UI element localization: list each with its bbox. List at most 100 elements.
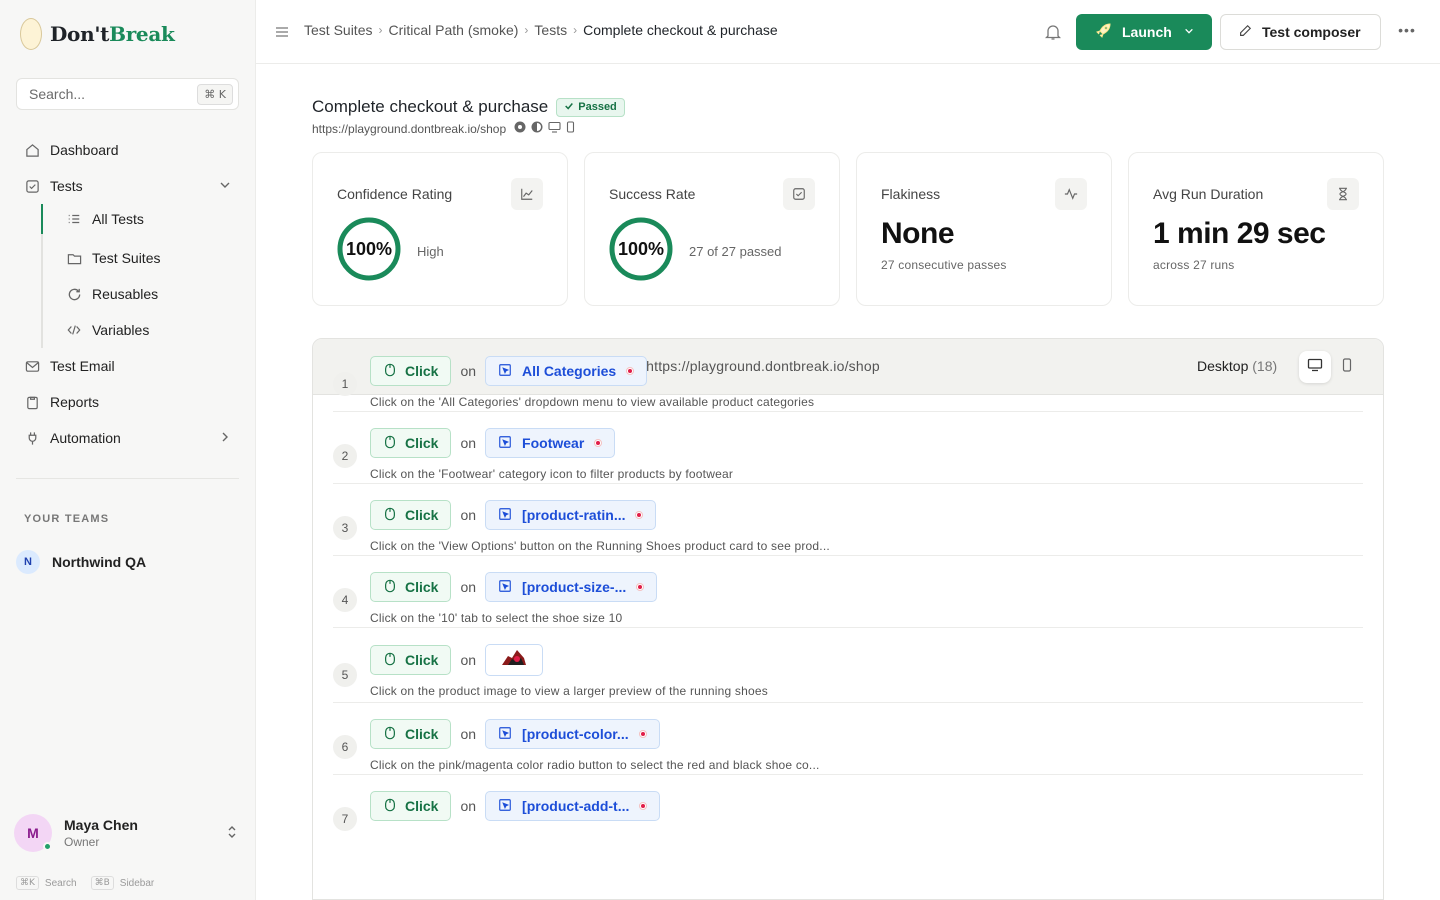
rocket-icon (1094, 22, 1112, 43)
test-url[interactable]: https://playground.dontbreak.io/shop (312, 122, 506, 136)
step-row[interactable]: 7 Click on [product-add-t... (333, 775, 1363, 847)
hourglass-icon[interactable] (1327, 178, 1359, 210)
step-on-label: on (460, 507, 477, 523)
breadcrumb-item[interactable]: Tests (534, 22, 567, 38)
metric-card-flakiness: Flakiness None 27 consecutive passes (856, 152, 1112, 306)
chevron-right-icon[interactable] (219, 431, 231, 446)
metric-card-success-rate: Success Rate 100% 27 of 27 passed (584, 152, 840, 306)
step-action-chip[interactable]: Click (370, 719, 452, 749)
step-row[interactable]: 4 Click on [product-size-... Click on the '1… (333, 556, 1363, 628)
status-badge: Passed (556, 97, 625, 117)
step-row[interactable]: 5 Click on Click on the product image to vi… (333, 629, 1363, 703)
step-action-chip[interactable]: Click (370, 356, 452, 386)
list-icon (66, 211, 82, 227)
step-target-chip[interactable]: [product-ratin... (485, 500, 657, 530)
shortcut-key: ⌘K (16, 876, 39, 890)
page-title: Complete checkout & purchase (312, 97, 549, 116)
metric-card-duration: Avg Run Duration 1 min 29 sec across 27 … (1128, 152, 1384, 306)
user-menu[interactable]: M Maya Chen Owner (14, 814, 240, 852)
step-row[interactable]: 6 Click on [product-color... Click on the pi… (333, 703, 1363, 775)
shoe-thumbnail-icon (499, 647, 529, 674)
sidebar-item-all-tests[interactable]: All Tests (58, 204, 239, 234)
chevron-down-icon (1184, 26, 1194, 39)
step-action-chip[interactable]: Click (370, 428, 452, 458)
pointer-click-icon (383, 652, 397, 669)
check-square-icon[interactable] (783, 178, 815, 210)
chevron-down-icon[interactable] (219, 179, 231, 194)
sidebar-item-reports[interactable]: Reports (16, 384, 239, 420)
pointer-click-icon (383, 507, 397, 524)
step-target-chip[interactable]: [product-size-... (485, 572, 658, 602)
step-action-chip[interactable]: Click (370, 645, 452, 675)
pointer-click-icon (383, 798, 397, 815)
step-on-label: on (460, 435, 477, 451)
step-target-chip[interactable]: All Categories (485, 356, 648, 386)
step-number: 1 (333, 372, 357, 396)
step-row[interactable]: 1 Click on All Categories Click on the 'All … (333, 340, 1363, 412)
step-target-chip[interactable]: [product-color... (485, 719, 660, 749)
chevron-right-icon: › (573, 23, 578, 37)
sidebar-item-test-email[interactable]: Test Email (16, 348, 239, 384)
chart-icon[interactable] (511, 178, 543, 210)
sidebar-item-tests[interactable]: Tests (16, 168, 239, 204)
metric-value: None (881, 217, 955, 250)
sidebar-item-variables[interactable]: Variables (58, 312, 239, 348)
target-indicator-icon (594, 439, 603, 447)
search-input[interactable] (29, 86, 198, 102)
element-target-icon (498, 435, 512, 452)
test-composer-button[interactable]: Test composer (1220, 14, 1381, 50)
step-action-label: Click (405, 798, 439, 814)
more-options-icon[interactable]: ••• (1396, 22, 1418, 42)
chevron-up-down-icon[interactable] (226, 824, 238, 843)
composer-label: Test composer (1262, 24, 1361, 40)
clipboard-icon (24, 394, 40, 410)
activity-icon[interactable] (1055, 178, 1087, 210)
team-item[interactable]: N Northwind QA (16, 550, 146, 574)
step-on-label: on (460, 652, 477, 668)
step-target-label: All Categories (522, 363, 617, 379)
step-target-image[interactable] (485, 644, 544, 676)
breadcrumb-item[interactable]: Test Suites (304, 22, 372, 38)
menu-icon[interactable] (274, 24, 290, 40)
shortcut-label: Sidebar (119, 877, 155, 889)
brand-logo[interactable]: Don'tBreak (20, 18, 175, 50)
sidebar-item-reusables[interactable]: Reusables (58, 276, 239, 312)
target-indicator-icon (638, 730, 647, 738)
sidebar-item-automation[interactable]: Automation (16, 420, 239, 456)
step-target-chip[interactable]: Footwear (485, 428, 616, 458)
step-action-label: Click (405, 435, 439, 451)
step-description: Click on the 'All Categories' dropdown m… (370, 395, 815, 409)
chrome-icon (514, 121, 526, 136)
code-icon (66, 322, 82, 338)
sidebar-item-test-suites[interactable]: Test Suites (58, 240, 239, 276)
step-line: Click on [product-ratin... (370, 500, 657, 530)
egg-logo-icon (20, 18, 42, 50)
element-target-icon (498, 798, 512, 815)
desktop-icon (548, 121, 561, 136)
mobile-icon (566, 121, 575, 136)
sidebar-nav: Dashboard Tests All Tests Test Suites Re… (16, 132, 239, 456)
bell-icon[interactable] (1044, 23, 1062, 41)
search-box[interactable]: ⌘ K (16, 78, 239, 110)
metric-sub: 27 of 27 passed (689, 244, 782, 259)
step-action-chip[interactable]: Click (370, 500, 452, 530)
sidebar-item-label: Reusables (92, 286, 159, 302)
step-description: Click on the product image to view a lar… (370, 684, 768, 698)
step-number: 2 (333, 444, 357, 468)
sidebar-item-label: Variables (92, 322, 150, 338)
step-row[interactable]: 3 Click on [product-ratin... Click on the 'V… (333, 484, 1363, 556)
step-action-chip[interactable]: Click (370, 572, 452, 602)
step-row[interactable]: 2 Click on Footwear Click on the 'Footwear' … (333, 412, 1363, 484)
launch-button[interactable]: Launch (1076, 14, 1212, 50)
browser-icons (514, 121, 575, 136)
metric-title: Success Rate (609, 186, 696, 202)
sidebar-item-dashboard[interactable]: Dashboard (16, 132, 239, 168)
sidebar-item-label: Automation (50, 430, 121, 446)
breadcrumb-item[interactable]: Critical Path (smoke) (388, 22, 518, 38)
step-description: Click on the pink/magenta color radio bu… (370, 758, 820, 772)
step-action-label: Click (405, 652, 439, 668)
step-target-chip[interactable]: [product-add-t... (485, 791, 661, 821)
teams-heading: YOUR TEAMS (24, 513, 110, 525)
metric-title: Flakiness (881, 186, 941, 202)
step-action-chip[interactable]: Click (370, 791, 452, 821)
